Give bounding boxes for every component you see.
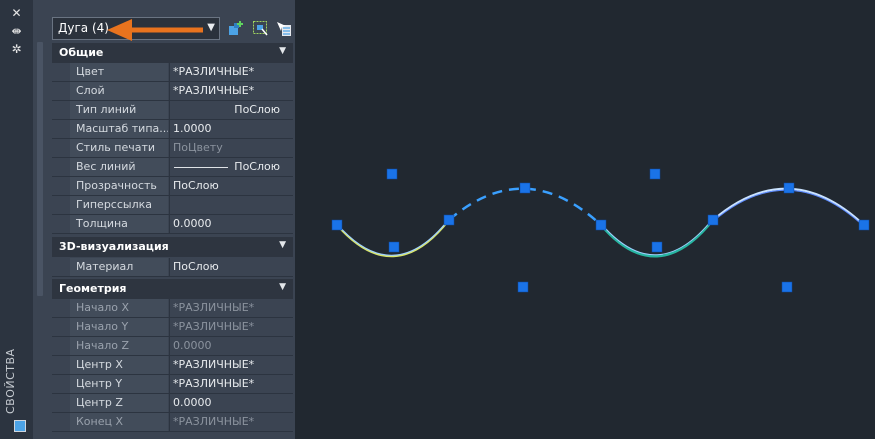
section-geometry-title: Геометрия — [59, 282, 127, 295]
property-name: Центр X — [70, 356, 168, 374]
arc-2-dashed — [448, 187, 602, 226]
collapse-icon[interactable]: ▼ — [279, 46, 286, 56]
property-name: Вес линий — [70, 158, 168, 176]
section-3d-title: 3D-визуализация — [59, 240, 169, 253]
property-value[interactable]: 0.0000 — [169, 394, 293, 412]
property-row[interactable]: Гиперссылка — [52, 196, 293, 215]
section-general-title: Общие — [59, 46, 104, 59]
property-name: Толщина — [70, 215, 168, 233]
pickadd-toggle-icon[interactable] — [275, 20, 292, 37]
property-value: ПоЦвету — [169, 139, 293, 157]
property-value[interactable]: ПоСлою — [169, 101, 293, 119]
property-row[interactable]: Масштаб типа... 1.0000 — [52, 120, 293, 139]
section-geometry[interactable]: Геометрия ▼ — [52, 279, 293, 299]
object-type-dropdown[interactable]: Дуга (4) ▼ — [52, 17, 220, 40]
grip — [443, 214, 455, 226]
center-grip — [649, 168, 661, 180]
grip — [519, 182, 531, 194]
property-value[interactable]: ПоСлою — [169, 177, 293, 195]
grip — [331, 219, 343, 231]
palette-side-strip: ✕ ⇼ ✲ СВОЙСТВА — [0, 0, 33, 439]
property-value-lineweight[interactable]: ПоСлою — [169, 158, 293, 176]
chevron-down-icon[interactable]: ▼ — [207, 22, 215, 33]
property-name: Цвет — [70, 63, 168, 81]
property-name: Масштаб типа... — [70, 120, 168, 138]
settings-icon[interactable]: ✲ — [8, 42, 25, 56]
property-row[interactable]: Центр Z 0.0000 — [52, 394, 293, 413]
property-name: Центр Y — [70, 375, 168, 393]
autohide-icon[interactable]: ⇼ — [8, 24, 25, 38]
grip — [595, 219, 607, 231]
grip — [388, 241, 400, 253]
collapse-icon[interactable]: ▼ — [279, 282, 286, 292]
property-name: Стиль печати — [70, 139, 168, 157]
property-name: Прозрачность — [70, 177, 168, 195]
property-row[interactable]: Конец X *РАЗЛИЧНЫЕ* — [52, 413, 293, 432]
drawing-canvas[interactable] — [295, 0, 875, 439]
grip — [858, 219, 870, 231]
property-value[interactable]: 0.0000 — [169, 215, 293, 233]
center-grip — [781, 281, 793, 293]
center-grip — [386, 168, 398, 180]
property-name: Гиперссылка — [70, 196, 168, 214]
property-name: Материал — [70, 258, 168, 276]
palette-scrollbar[interactable] — [37, 42, 43, 296]
grip — [707, 214, 719, 226]
property-value: 0.0000 — [169, 337, 293, 355]
object-type-value: Дуга (4) — [58, 21, 109, 35]
property-row[interactable]: Начало X *РАЗЛИЧНЫЕ* — [52, 299, 293, 318]
property-row[interactable]: Центр Y *РАЗЛИЧНЫЕ* — [52, 375, 293, 394]
section-general[interactable]: Общие ▼ — [52, 43, 293, 63]
property-value[interactable]: *РАЗЛИЧНЫЕ* — [169, 375, 293, 393]
grip — [651, 241, 663, 253]
property-value[interactable]: 1.0000 — [169, 120, 293, 138]
property-row[interactable]: Слой *РАЗЛИЧНЫЕ* — [52, 82, 293, 101]
property-row[interactable]: Цвет *РАЗЛИЧНЫЕ* — [52, 63, 293, 82]
property-value: *РАЗЛИЧНЫЕ* — [169, 413, 293, 431]
property-value: ПоСлою — [234, 160, 280, 173]
property-row[interactable]: Прозрачность ПоСлою — [52, 177, 293, 196]
quick-select-icon[interactable] — [228, 20, 245, 37]
property-value: *РАЗЛИЧНЫЕ* — [169, 318, 293, 336]
select-objects-icon[interactable] — [252, 20, 269, 37]
section-3d-visualization[interactable]: 3D-визуализация ▼ — [52, 237, 293, 257]
lineweight-preview — [174, 167, 228, 168]
property-name: Конец X — [70, 413, 168, 431]
property-name: Центр Z — [70, 394, 168, 412]
property-value[interactable]: *РАЗЛИЧНЫЕ* — [169, 82, 293, 100]
property-name: Тип линий — [70, 101, 168, 119]
collapse-icon[interactable]: ▼ — [279, 240, 286, 250]
property-value[interactable]: ПоСлою — [169, 258, 293, 276]
grip — [783, 182, 795, 194]
property-row[interactable]: Тип линий ПоСлою — [52, 101, 293, 120]
property-value[interactable] — [169, 196, 293, 214]
property-row[interactable]: Вес линий ПоСлою — [52, 158, 293, 177]
center-grip — [517, 281, 529, 293]
close-icon[interactable]: ✕ — [8, 6, 25, 20]
arc-4 — [712, 187, 865, 226]
property-name: Начало Z — [70, 337, 168, 355]
properties-palette-icon — [14, 420, 26, 432]
property-row[interactable]: Начало Y *РАЗЛИЧНЫЕ* — [52, 318, 293, 337]
property-name: Начало X — [70, 299, 168, 317]
palette-title: СВОЙСТВА — [4, 348, 17, 414]
property-row[interactable]: Начало Z 0.0000 — [52, 337, 293, 356]
property-row[interactable]: Материал ПоСлою — [52, 258, 293, 277]
property-row[interactable]: Центр X *РАЗЛИЧНЫЕ* — [52, 356, 293, 375]
property-name: Слой — [70, 82, 168, 100]
property-value[interactable]: *РАЗЛИЧНЫЕ* — [169, 356, 293, 374]
property-value: *РАЗЛИЧНЫЕ* — [169, 299, 293, 317]
property-name: Начало Y — [70, 318, 168, 336]
property-row[interactable]: Стиль печати ПоЦвету — [52, 139, 293, 158]
property-row[interactable]: Толщина 0.0000 — [52, 215, 293, 234]
property-value[interactable]: *РАЗЛИЧНЫЕ* — [169, 63, 293, 81]
arc-4-highlight — [712, 189, 865, 227]
